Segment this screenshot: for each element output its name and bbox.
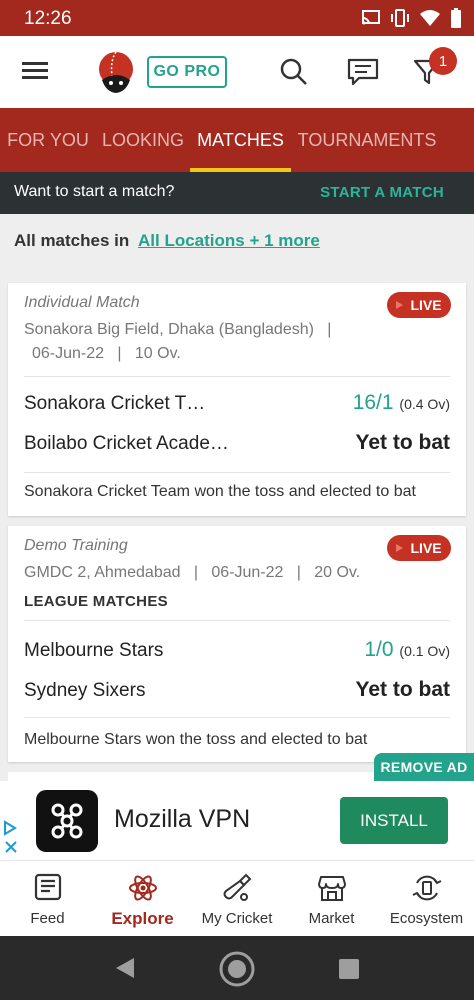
- nav-feed[interactable]: Feed: [0, 861, 95, 937]
- nav-label: Feed: [30, 910, 65, 927]
- ad-choices-icon[interactable]: [3, 820, 19, 861]
- cricket-bat-icon: [223, 873, 252, 901]
- market-icon: [317, 876, 346, 901]
- team1-score: 16/1 (0.4 Ov): [353, 391, 450, 415]
- cast-icon: [361, 9, 381, 27]
- match-result: Melbourne Stars won the toss and elected…: [24, 731, 368, 748]
- match-venue: GMDC 2, Ahmedabad | 06-Jun-22 | 20 Ov.: [24, 564, 361, 581]
- location-filter: All matches in All Locations + 1 more: [14, 231, 320, 251]
- status-time: 12:26: [24, 8, 72, 29]
- match-card[interactable]: Individual Match LIVE Sonakora Big Field…: [8, 283, 466, 516]
- team2-name: Sydney Sixers: [24, 680, 146, 701]
- live-label: LIVE: [410, 540, 442, 556]
- nav-explore[interactable]: Explore: [95, 861, 190, 937]
- divider: [24, 472, 450, 473]
- live-label: LIVE: [410, 297, 442, 313]
- tab-looking[interactable]: LOOKING: [96, 108, 190, 172]
- match-type: Demo Training: [24, 537, 128, 554]
- vpn-app-icon: [36, 790, 98, 852]
- recents-icon[interactable]: [339, 959, 359, 979]
- search-icon[interactable]: [280, 58, 308, 91]
- match-venue: Sonakora Big Field, Dhaka (Bangladesh) |: [24, 321, 332, 338]
- chat-icon[interactable]: [347, 58, 379, 91]
- menu-icon[interactable]: [22, 60, 48, 87]
- nav-ecosystem[interactable]: Ecosystem: [379, 861, 474, 937]
- tab-tournaments[interactable]: TOURNAMENTS: [291, 108, 443, 172]
- nav-label: Explore: [111, 909, 174, 928]
- notification-badge: 1: [429, 47, 457, 75]
- team2-score: Yet to bat: [355, 431, 450, 454]
- back-icon[interactable]: [114, 956, 136, 980]
- divider: [24, 717, 450, 718]
- feed-icon: [34, 873, 61, 901]
- ad-banner[interactable]: Mozilla VPN INSTALL: [0, 781, 474, 860]
- location-filter-prefix: All matches in: [14, 231, 130, 250]
- location-filter-link[interactable]: All Locations + 1 more: [138, 231, 320, 250]
- ad-install-button[interactable]: INSTALL: [340, 797, 448, 844]
- divider: [24, 620, 450, 621]
- team1-overs: (0.4 Ov): [399, 396, 450, 412]
- team1-name: Melbourne Stars: [24, 640, 164, 661]
- tab-matches[interactable]: MATCHES: [190, 108, 291, 172]
- remove-ad-button[interactable]: REMOVE AD: [374, 753, 474, 781]
- team1-score: 1/0 (0.1 Ov): [364, 638, 450, 662]
- match-type: Individual Match: [24, 294, 140, 311]
- nav-label: My Cricket: [201, 910, 273, 927]
- top-tabs: FOR YOU LOOKING MATCHES TOURNAMENTS: [0, 108, 474, 172]
- team2-name: Boilabo Cricket Acade…: [24, 433, 229, 454]
- system-nav-bar: [0, 936, 474, 1000]
- play-icon: [396, 544, 404, 552]
- team1-name: Sonakora Cricket T…: [24, 393, 206, 414]
- team2-score: Yet to bat: [355, 678, 450, 701]
- match-meta: 06-Jun-22 | 10 Ov.: [32, 345, 181, 362]
- play-icon: [396, 301, 404, 309]
- live-badge: LIVE: [387, 535, 451, 561]
- nav-label: Ecosystem: [389, 910, 464, 927]
- home-icon[interactable]: [218, 950, 256, 988]
- explore-icon: [128, 875, 157, 901]
- bottom-nav: Feed Explore My Cricket Market Ecosystem: [0, 860, 474, 936]
- team1-overs: (0.1 Ov): [399, 643, 450, 659]
- ecosystem-icon: [412, 875, 441, 901]
- wifi-icon: [419, 9, 441, 27]
- match-result: Sonakora Cricket Team won the toss and e…: [24, 483, 416, 500]
- league-name: LEAGUE MATCHES: [24, 593, 168, 610]
- go-pro-button[interactable]: GO PRO: [147, 56, 227, 88]
- status-icons: [361, 8, 462, 28]
- nav-my-cricket[interactable]: My Cricket: [190, 861, 284, 937]
- match-card[interactable]: Demo Training LIVE GMDC 2, Ahmedabad | 0…: [8, 526, 466, 762]
- team1-runs: 1/0: [364, 638, 394, 661]
- divider: [24, 376, 450, 377]
- app-header: GO PRO 1: [0, 36, 474, 108]
- nav-label: Market: [308, 910, 355, 927]
- nav-market[interactable]: Market: [284, 861, 379, 937]
- start-match-bar: Want to start a match? START A MATCH: [0, 172, 474, 214]
- team1-runs: 16/1: [352, 391, 394, 414]
- cricket-ball-logo[interactable]: [96, 50, 136, 99]
- status-bar: 12:26: [0, 0, 474, 36]
- start-match-button[interactable]: START A MATCH: [320, 184, 444, 201]
- tab-for-you[interactable]: FOR YOU: [0, 108, 96, 172]
- ad-title: Mozilla VPN: [114, 805, 251, 833]
- live-badge: LIVE: [387, 292, 451, 318]
- start-match-question: Want to start a match?: [14, 183, 175, 200]
- vibrate-icon: [390, 9, 410, 27]
- battery-icon: [450, 8, 462, 28]
